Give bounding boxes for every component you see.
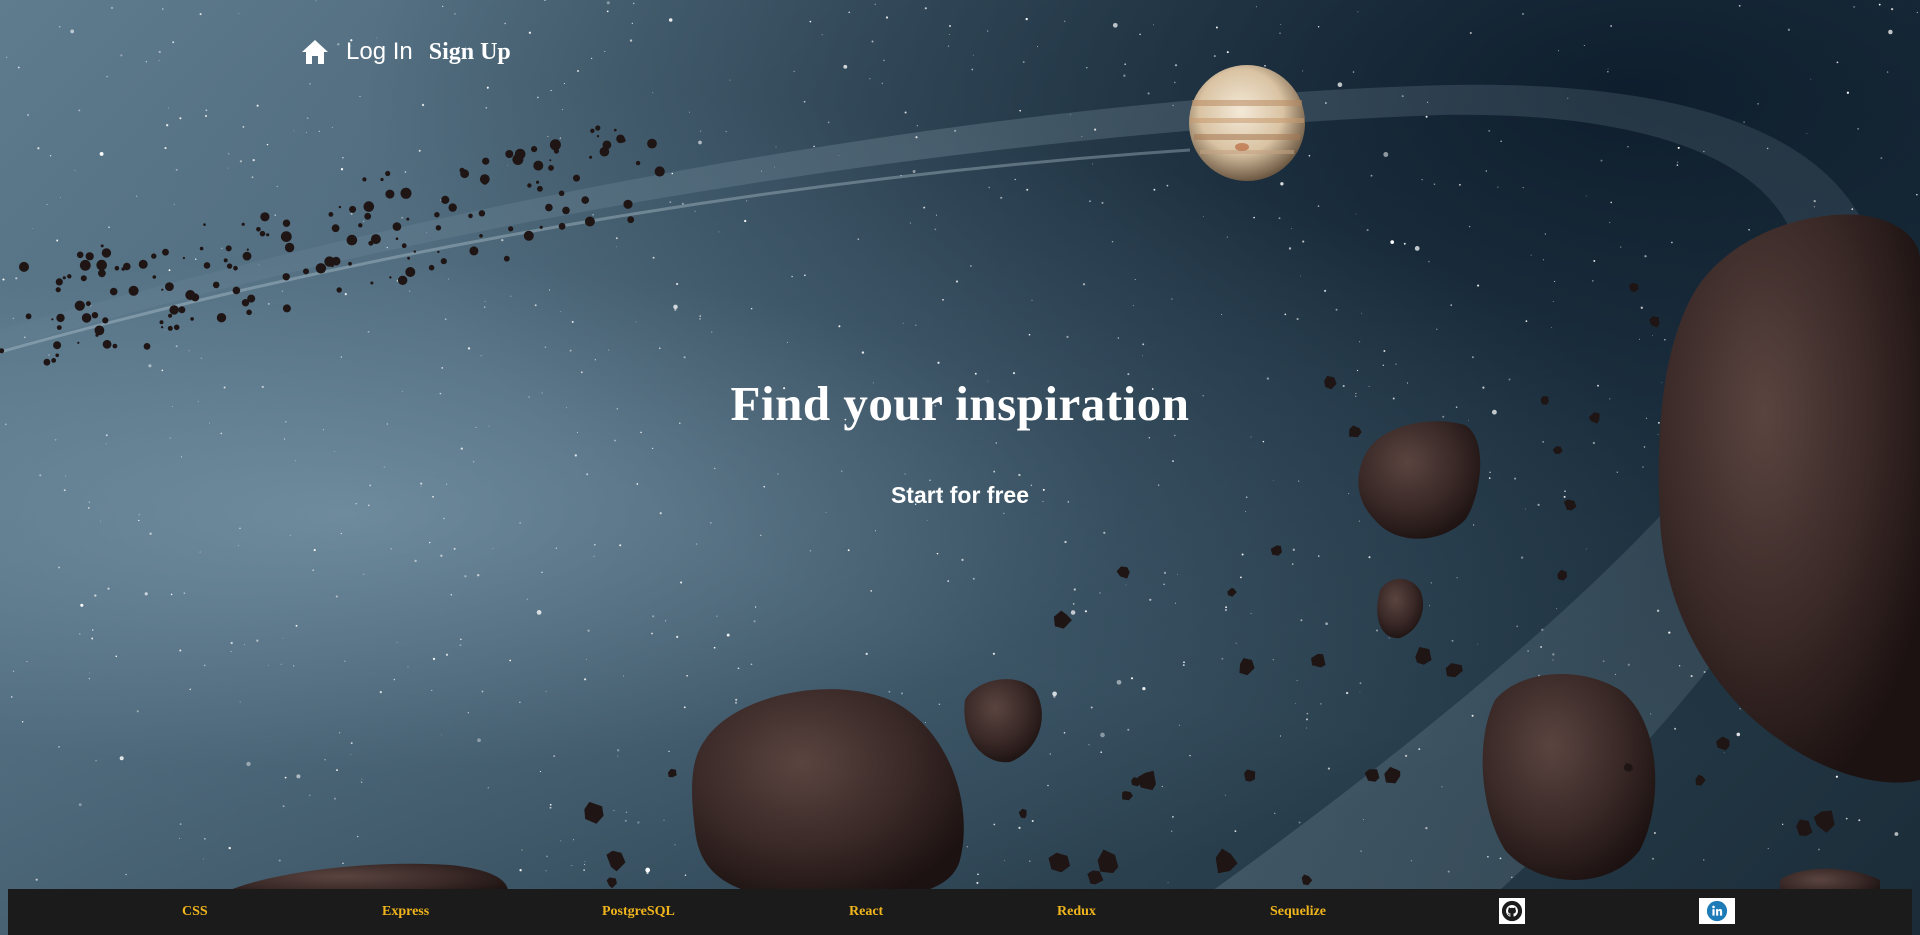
start-for-free-button[interactable]: Start for free [891, 482, 1029, 509]
footer-link-postgresql[interactable]: PostgreSQL [602, 904, 675, 920]
top-nav: Log In Sign Up [300, 34, 511, 70]
hero-section: Find your inspiration Start for free [0, 375, 1920, 509]
footer: CSS Express PostgreSQL React Redux Seque… [8, 889, 1912, 935]
footer-link-redux[interactable]: Redux [1057, 904, 1096, 920]
footer-link-react[interactable]: React [849, 904, 883, 920]
signup-link[interactable]: Sign Up [429, 39, 511, 66]
footer-link-css[interactable]: CSS [182, 904, 208, 920]
footer-link-sequelize[interactable]: Sequelize [1270, 904, 1326, 920]
login-link[interactable]: Log In [346, 38, 413, 66]
linkedin-icon[interactable] [1699, 898, 1735, 924]
home-icon[interactable] [300, 37, 330, 67]
hero-title: Find your inspiration [730, 376, 1190, 431]
github-icon[interactable] [1499, 898, 1525, 924]
footer-link-express[interactable]: Express [382, 904, 429, 920]
